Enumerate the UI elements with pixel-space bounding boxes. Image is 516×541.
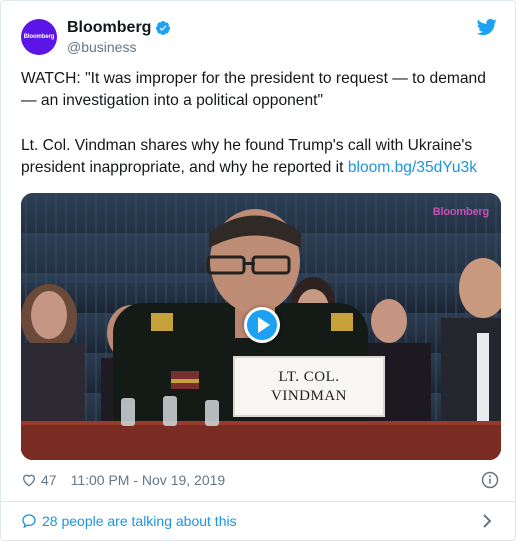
tweet-text-paragraph-1: WATCH: "It was improper for the presiden… <box>21 70 486 109</box>
avatar[interactable]: Bloomberg <box>21 19 57 55</box>
tweet-card: Bloomberg Bloomberg @business WATCH: "It… <box>0 0 516 541</box>
like-count[interactable]: 47 <box>41 472 57 488</box>
speech-bubble-icon <box>22 514 36 529</box>
tweet-header: Bloomberg Bloomberg @business <box>21 17 497 57</box>
video-watermark: Bloomberg <box>432 206 489 218</box>
video-player[interactable]: Bloomberg LT. COL. VINDMAN <box>21 193 501 460</box>
author-names[interactable]: Bloomberg @business <box>67 19 171 55</box>
verified-badge-icon <box>156 21 171 35</box>
nameplate: LT. COL. VINDMAN <box>233 356 385 417</box>
heart-icon[interactable] <box>21 472 37 488</box>
play-button[interactable] <box>244 307 280 343</box>
twitter-bird-icon[interactable] <box>477 17 497 37</box>
handle[interactable]: @business <box>67 39 171 55</box>
play-icon <box>257 317 270 333</box>
avatar-text: Bloomberg <box>23 34 55 40</box>
conversation-text[interactable]: 28 people are talking about this <box>42 513 237 529</box>
info-icon[interactable] <box>481 471 499 489</box>
display-name[interactable]: Bloomberg <box>67 19 151 37</box>
chevron-right-icon[interactable] <box>481 513 493 529</box>
tweet-meta: 47 11:00 PM - Nov 19, 2019 <box>21 470 225 490</box>
conversation-link[interactable]: 28 people are talking about this <box>21 510 497 532</box>
timestamp[interactable]: 11:00 PM - Nov 19, 2019 <box>71 472 226 488</box>
divider <box>1 501 516 502</box>
nameplate-line-2: VINDMAN <box>271 387 347 404</box>
nameplate-line-1: LT. COL. <box>278 368 340 385</box>
tweet-link[interactable]: bloom.bg/35dYu3k <box>348 159 477 176</box>
tweet-text-paragraph-2: Lt. Col. Vindman shares why he found Tru… <box>21 135 501 179</box>
